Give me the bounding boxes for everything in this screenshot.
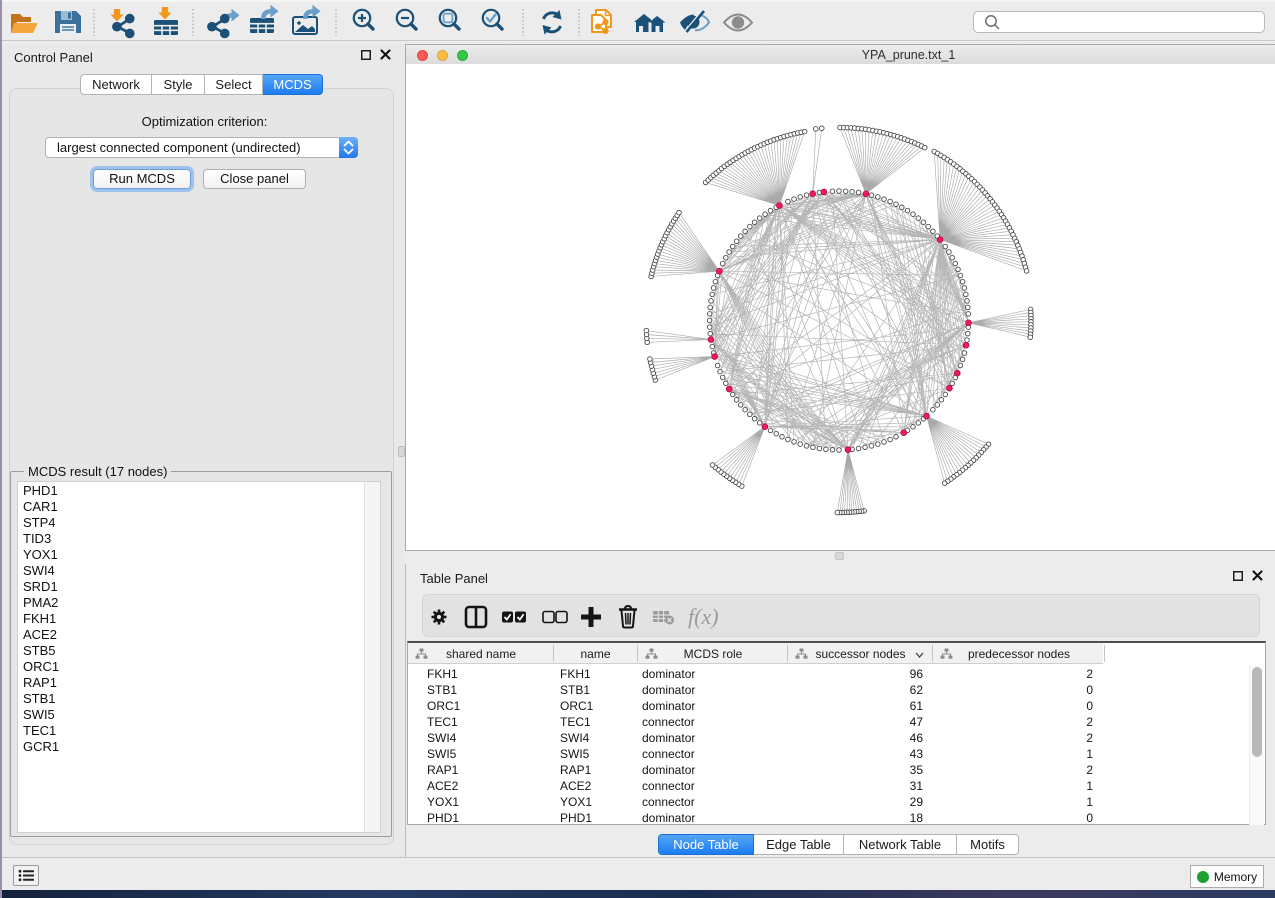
svg-text:f(x): f(x) (688, 604, 719, 629)
